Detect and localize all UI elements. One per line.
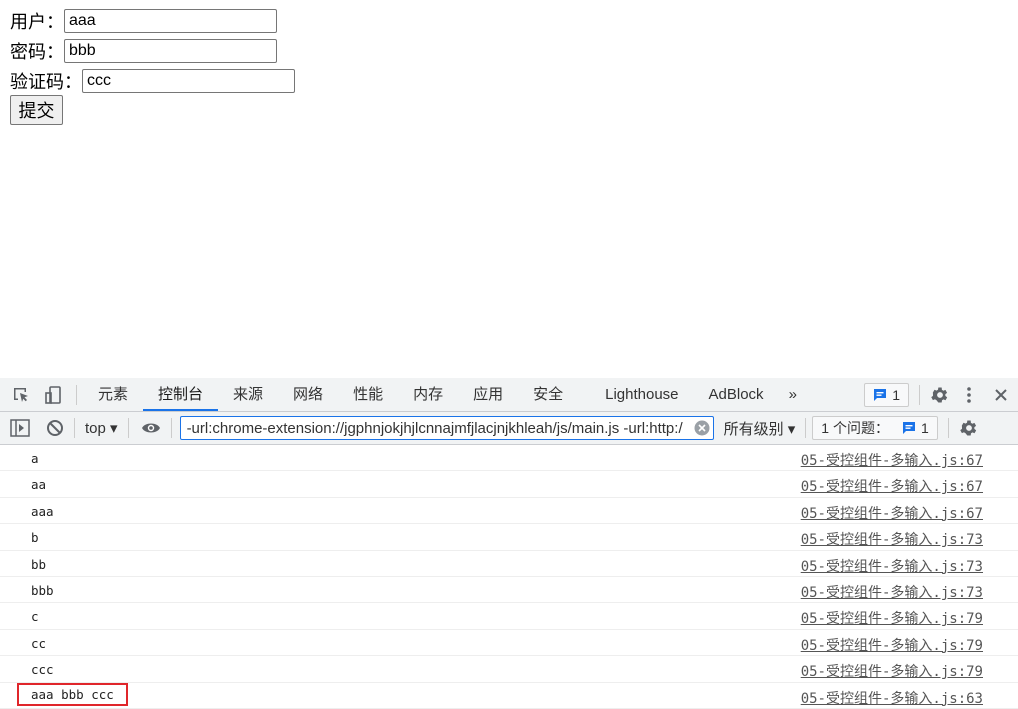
divider xyxy=(76,384,77,405)
issues-button[interactable]: 1 个问题： 1 xyxy=(812,416,938,440)
log-message: cc xyxy=(31,635,47,651)
tab-3[interactable]: 网络 xyxy=(278,378,338,411)
tab-2[interactable]: 来源 xyxy=(218,378,278,411)
sidebar-toggle-icon[interactable] xyxy=(10,419,30,437)
console-log-row: b 05-受控组件-多输入.js:73 xyxy=(0,524,1018,551)
inspect-element-icon[interactable] xyxy=(12,386,30,404)
user-input[interactable] xyxy=(64,9,277,33)
log-message: bb xyxy=(31,556,47,572)
divider xyxy=(947,418,949,438)
issues-label: 1 个问题： xyxy=(821,420,889,436)
log-message: ccc xyxy=(31,662,54,678)
password-label: 密码： xyxy=(10,42,64,62)
context-selector[interactable]: top ▾ xyxy=(85,419,118,437)
log-message: aaa xyxy=(31,503,54,519)
tab-9[interactable]: AdBlock xyxy=(694,378,779,411)
log-source-link[interactable]: 05-受控组件-多输入.js:67 xyxy=(801,476,983,496)
log-message: b xyxy=(31,530,39,546)
log-message: c xyxy=(31,609,39,625)
console-log-list: a 05-受控组件-多输入.js:67 aa 05-受控组件-多输入.js:67 aaa… xyxy=(0,445,1018,709)
tab-8[interactable]: Lighthouse xyxy=(590,378,693,411)
divider xyxy=(805,418,807,438)
console-log-row: ccc 05-受控组件-多输入.js:79 xyxy=(0,656,1018,683)
log-source-link[interactable]: 05-受控组件-多输入.js:73 xyxy=(801,556,983,576)
tab-0[interactable]: 元素 xyxy=(83,378,143,411)
log-source-link[interactable]: 05-受控组件-多输入.js:73 xyxy=(801,582,983,602)
log-source-link[interactable]: 05-受控组件-多输入.js:79 xyxy=(801,635,983,655)
tab-5[interactable]: 内存 xyxy=(398,378,458,411)
console-settings-icon[interactable] xyxy=(959,418,979,438)
message-icon xyxy=(902,421,916,435)
tab-4[interactable]: 性能 xyxy=(338,378,398,411)
console-log-row: aa 05-受控组件-多输入.js:67 xyxy=(0,471,1018,498)
password-row: 密码： xyxy=(10,37,277,65)
console-toolbar: top ▾ -url:chrome-extension://jgphnjokjh… xyxy=(0,412,1018,445)
divider xyxy=(919,384,920,405)
console-log-row: cc 05-受控组件-多输入.js:79 xyxy=(0,630,1018,657)
console-log-row: aaa 05-受控组件-多输入.js:67 xyxy=(0,498,1018,525)
console-log-row: bbb 05-受控组件-多输入.js:73 xyxy=(0,577,1018,604)
more-tabs-button[interactable]: » xyxy=(779,378,807,411)
console-filter-input[interactable]: -url:chrome-extension://jgphnjokjhjlcnna… xyxy=(179,416,714,440)
console-log-row: a 05-受控组件-多输入.js:67 xyxy=(0,445,1018,472)
user-label: 用户： xyxy=(10,12,64,32)
captcha-row: 验证码： xyxy=(10,67,295,95)
devtools-panel: 元素 控制台 来源 网络 性能 内存 应用 安全 Lighthouse AdBlock » 1 t… xyxy=(0,378,1018,709)
live-expression-eye-icon[interactable] xyxy=(141,421,161,435)
log-message: bbb xyxy=(31,582,54,598)
log-source-link[interactable]: 05-受控组件-多输入.js:73 xyxy=(801,529,983,549)
submit-button[interactable]: 提交 xyxy=(10,95,63,125)
tab-7[interactable]: 安全 xyxy=(518,378,578,411)
log-message: aa xyxy=(31,477,47,493)
password-input[interactable] xyxy=(64,39,277,63)
console-log-row: c 05-受控组件-多输入.js:79 xyxy=(0,603,1018,630)
tab-6[interactable]: 应用 xyxy=(458,378,518,411)
log-message: a xyxy=(31,451,39,466)
divider xyxy=(74,418,75,438)
more-options-icon[interactable] xyxy=(966,386,972,404)
issues-badge-button[interactable]: 1 xyxy=(864,382,909,407)
console-log-row: bb 05-受控组件-多输入.js:73 xyxy=(0,551,1018,577)
log-source-link[interactable]: 05-受控组件-多输入.js:67 xyxy=(801,450,983,470)
captcha-label: 验证码： xyxy=(10,72,82,92)
message-icon xyxy=(873,388,887,402)
user-row: 用户： xyxy=(10,7,277,35)
filter-value: -url:chrome-extension://jgphnjokjhjlcnna… xyxy=(186,419,683,437)
captcha-input[interactable] xyxy=(82,69,295,93)
log-levels-dropdown[interactable]: 所有级别 ▾ xyxy=(724,418,796,439)
page-content: 用户： 密码： 验证码： 提交 xyxy=(0,0,1018,378)
log-levels-value: 所有级别 xyxy=(723,420,784,438)
device-toolbar-icon[interactable] xyxy=(44,385,64,405)
clear-filter-icon[interactable] xyxy=(694,420,710,436)
tab-1[interactable]: 控制台 xyxy=(143,378,219,411)
log-source-link[interactable]: 05-受控组件-多输入.js:67 xyxy=(801,503,983,523)
settings-icon[interactable] xyxy=(930,385,950,405)
log-source-link[interactable]: 05-受控组件-多输入.js:63 xyxy=(801,688,983,708)
log-source-link[interactable]: 05-受控组件-多输入.js:79 xyxy=(801,608,983,628)
log-source-link[interactable]: 05-受控组件-多输入.js:79 xyxy=(801,661,983,681)
devtools-tabbar: 元素 控制台 来源 网络 性能 内存 应用 安全 Lighthouse AdBlock » 1 xyxy=(0,378,1018,412)
issues-count: 1 xyxy=(892,386,900,403)
divider xyxy=(127,418,129,438)
console-log-row: aaa bbb ccc 05-受控组件-多输入.js:63 xyxy=(0,682,1018,709)
issues-count: 1 xyxy=(920,420,929,436)
context-value: top xyxy=(85,420,106,437)
close-icon[interactable] xyxy=(994,388,1008,402)
divider xyxy=(170,418,172,438)
clear-console-icon[interactable] xyxy=(46,419,64,437)
